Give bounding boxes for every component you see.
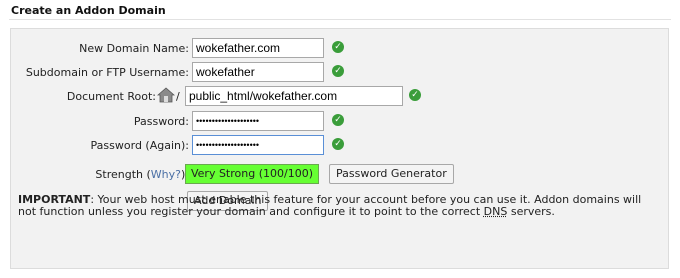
password-input[interactable]: ••••••••••••••••••••	[192, 111, 324, 131]
important-text-end: servers.	[507, 205, 555, 218]
dns-abbr: DNS	[483, 205, 508, 218]
strength-meter: Very Strong (100/100)	[185, 164, 319, 184]
subdomain-label: Subdomain or FTP Username:	[25, 66, 189, 79]
strength-label: Strength (Why?):	[95, 168, 189, 181]
password-again-input[interactable]: ••••••••••••••••••••	[192, 135, 324, 155]
why-link[interactable]: Why?	[151, 168, 181, 181]
new-domain-label: New Domain Name:	[79, 42, 189, 55]
check-circle-icon: ✓	[332, 114, 344, 126]
password-row: Password: •••••••••••••••••••• ✓	[11, 111, 670, 133]
strength-row: Strength (Why?): Very Strong (100/100) P…	[11, 164, 670, 186]
home-icon	[157, 87, 175, 103]
title-divider	[9, 19, 671, 20]
check-circle-icon: ✓	[332, 65, 344, 77]
docroot-slash: /	[176, 90, 180, 103]
docroot-label: Document Root:	[66, 90, 156, 103]
password-again-label: Password (Again):	[90, 139, 189, 152]
password-again-row: Password (Again): •••••••••••••••••••• ✓	[11, 135, 670, 157]
subdomain-row: Subdomain or FTP Username: wokefather ✓	[11, 62, 670, 84]
subdomain-input[interactable]: wokefather	[192, 62, 324, 82]
password-label: Password:	[133, 115, 189, 128]
section-title: Create an Addon Domain	[11, 4, 166, 17]
check-circle-icon: ✓	[332, 41, 344, 53]
addon-domain-form: New Domain Name: wokefather.com ✓ Subdom…	[10, 28, 669, 269]
important-notice: IMPORTANT: Your web host must enable thi…	[18, 194, 658, 218]
addon-domain-page: Create an Addon Domain New Domain Name: …	[0, 0, 680, 278]
docroot-row: Document Root: / public_html/wokefather.…	[11, 86, 670, 108]
password-generator-button[interactable]: Password Generator	[329, 164, 454, 184]
new-domain-input[interactable]: wokefather.com	[192, 38, 324, 58]
new-domain-row: New Domain Name: wokefather.com ✓	[11, 38, 670, 60]
check-circle-icon: ✓	[409, 89, 421, 101]
docroot-input[interactable]: public_html/wokefather.com	[185, 86, 403, 106]
check-circle-icon: ✓	[332, 138, 344, 150]
